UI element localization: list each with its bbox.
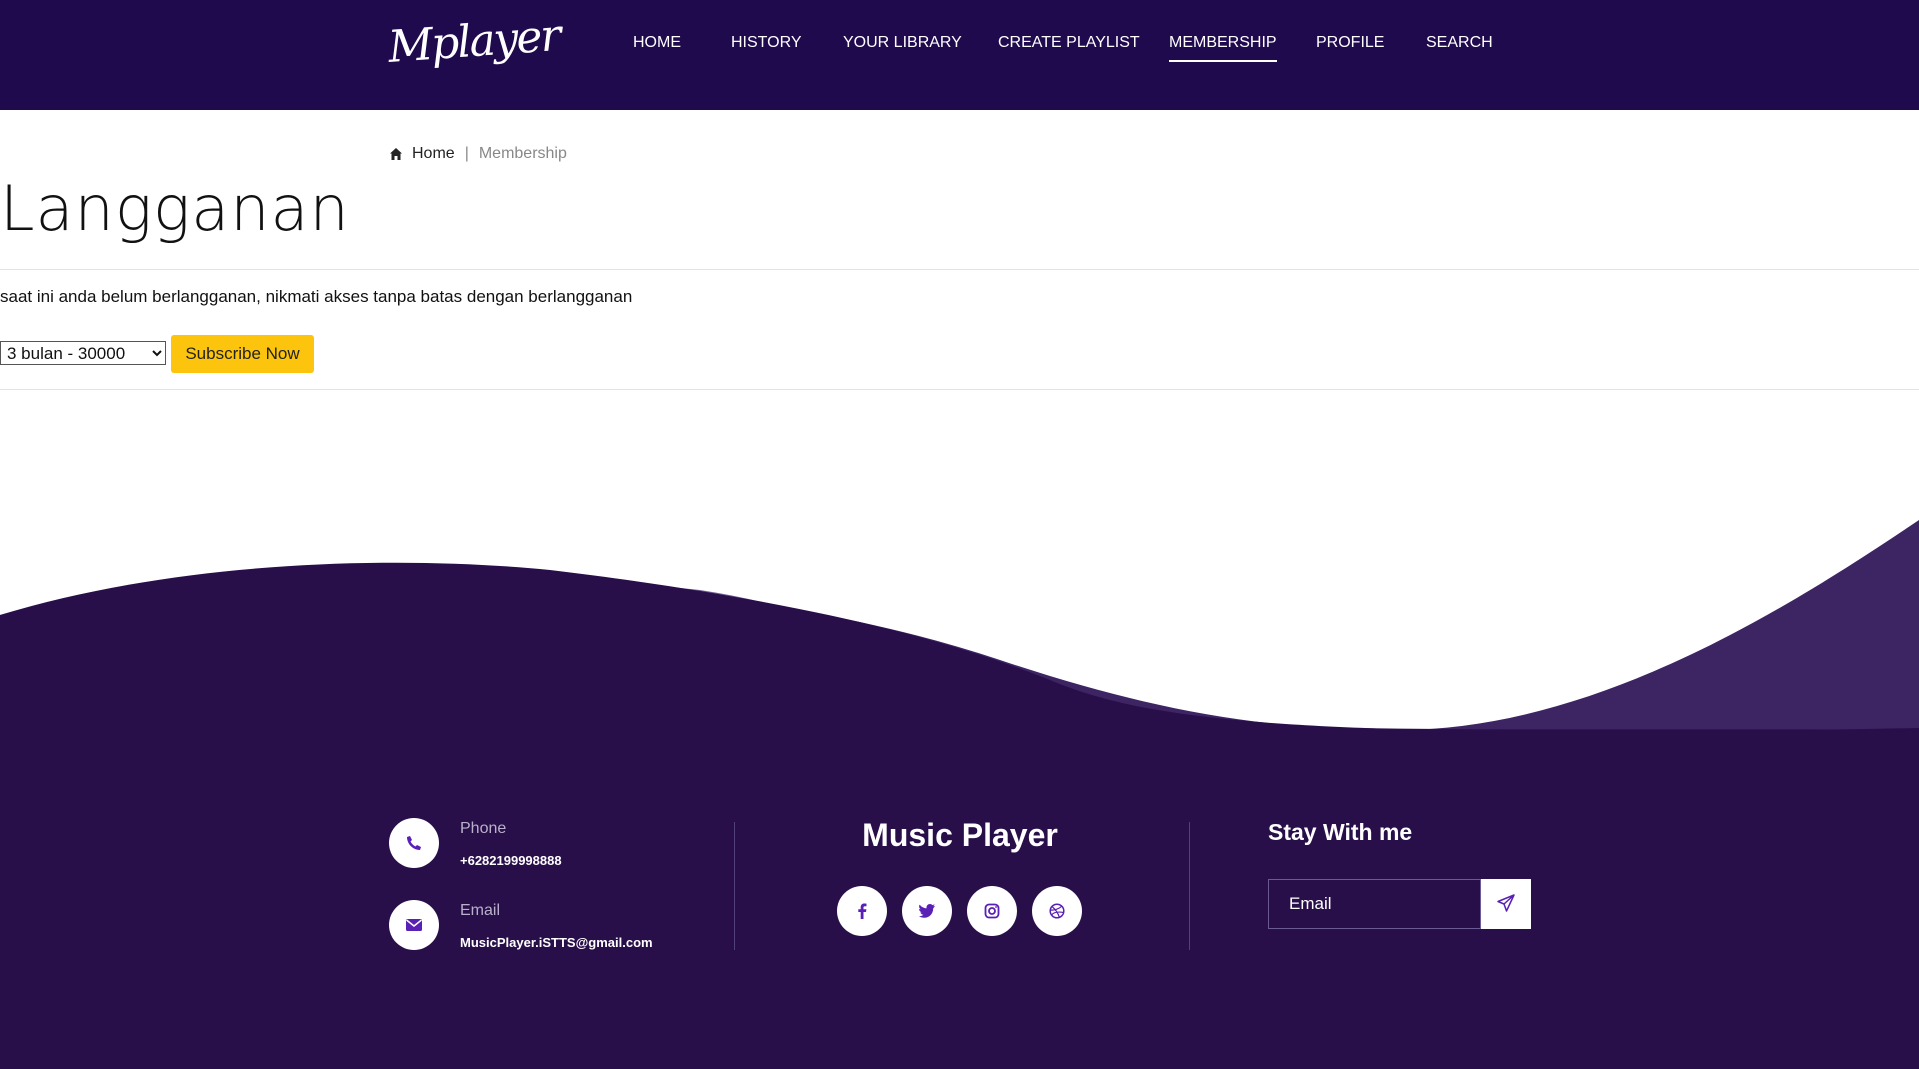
footer-divider	[734, 822, 735, 950]
breadcrumb-separator: |	[464, 145, 469, 162]
nav-history[interactable]: HISTORY	[731, 34, 802, 60]
divider	[0, 389, 1919, 390]
instagram-icon[interactable]	[967, 886, 1017, 936]
footer-brand: Music Player	[862, 817, 1058, 853]
footer-wave	[0, 520, 1919, 1069]
email-value: MusicPlayer.iSTTS@gmail.com	[460, 935, 653, 950]
nav-profile[interactable]: PROFILE	[1316, 34, 1384, 60]
nav-create-playlist[interactable]: CREATE PLAYLIST	[998, 34, 1140, 60]
envelope-icon	[389, 900, 439, 950]
newsletter-title: Stay With me	[1268, 819, 1413, 845]
dribbble-icon[interactable]	[1032, 886, 1082, 936]
divider	[0, 269, 1919, 270]
nav-membership[interactable]: MEMBERSHIP	[1169, 34, 1277, 62]
nav-home[interactable]: HOME	[633, 34, 681, 60]
breadcrumb-home-link[interactable]: Home	[412, 145, 455, 163]
footer-divider	[1189, 822, 1190, 950]
header: Mplayer HOME HISTORY YOUR LIBRARY CREATE…	[0, 0, 1919, 110]
paper-plane-icon	[1497, 893, 1515, 915]
email-label: Email	[460, 902, 501, 919]
phone-icon	[389, 818, 439, 868]
phone-value: +6282199998888	[460, 853, 562, 868]
plan-select[interactable]: 3 bulan - 30000	[0, 341, 166, 365]
home-icon	[389, 147, 403, 161]
breadcrumb: Home | Membership	[389, 145, 567, 163]
nav-your-library[interactable]: YOUR LIBRARY	[843, 34, 962, 60]
subscribe-button[interactable]: Subscribe Now	[171, 335, 314, 373]
newsletter-email-input[interactable]	[1268, 879, 1481, 929]
phone-label: Phone	[460, 820, 507, 837]
breadcrumb-current: Membership	[478, 145, 567, 162]
logo[interactable]: Mplayer	[386, 10, 561, 73]
newsletter-send-button[interactable]	[1481, 879, 1531, 929]
nav-search[interactable]: SEARCH	[1426, 34, 1493, 60]
membership-message: saat ini anda belum berlangganan, nikmat…	[0, 287, 633, 306]
facebook-icon[interactable]	[837, 886, 887, 936]
page-title: Langganan	[0, 172, 350, 245]
twitter-icon[interactable]	[902, 886, 952, 936]
